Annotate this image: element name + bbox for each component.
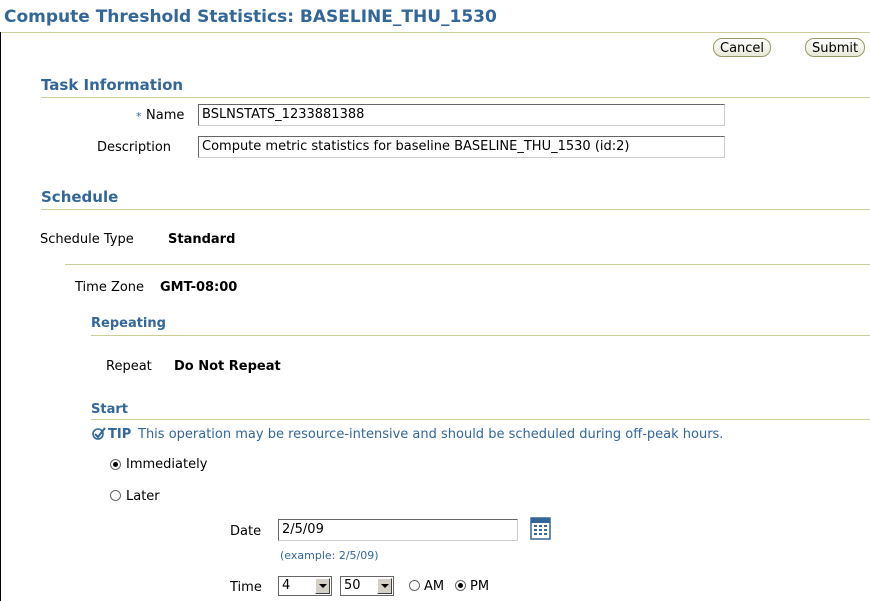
window-edge [0,32,1,601]
repeat-value: Do Not Repeat [174,359,281,374]
title-divider [0,32,870,33]
repeat-label: Repeat [106,359,152,374]
minute-value: 50 [344,578,361,593]
start-divider [91,419,870,420]
name-label: Name [146,108,185,123]
later-label: Later [126,489,160,504]
tip-text: This operation may be resource-intensive… [138,427,724,442]
time-zone-label: Time Zone [75,280,145,295]
am-radio[interactable] [409,580,420,591]
name-field[interactable]: BSLNSTATS_1233881388 [198,104,725,126]
required-indicator: * [136,110,142,123]
schedule-heading: Schedule [41,188,119,206]
cancel-button[interactable]: Cancel [713,38,772,57]
task-information-divider [41,97,870,98]
calendar-icon[interactable] [530,516,551,540]
check-circle-icon [92,426,106,440]
schedule-type-divider [65,264,870,265]
page-title: Compute Threshold Statistics: BASELINE_T… [4,7,497,27]
tip-label: TIP [108,427,132,442]
later-radio[interactable] [110,490,121,501]
task-information-heading: Task Information [41,76,184,94]
description-field[interactable]: Compute metric statistics for baseline B… [198,136,725,158]
date-field[interactable]: 2/5/09 [278,519,518,541]
chevron-down-icon [315,578,330,594]
repeating-heading: Repeating [91,316,166,331]
immediately-radio[interactable] [110,459,121,470]
date-label: Date [230,524,262,539]
immediately-label: Immediately [126,457,208,472]
am-label: AM [424,579,445,594]
start-heading: Start [91,402,128,417]
time-label: Time [230,580,262,595]
date-example: (example: 2/5/09) [280,549,379,562]
time-zone-value: GMT-08:00 [160,280,238,295]
hour-value: 4 [282,578,291,593]
submit-button[interactable]: Submit [805,38,866,57]
chevron-down-icon [377,578,392,594]
schedule-type-label: Schedule Type [40,232,134,247]
schedule-divider [41,209,870,210]
pm-label: PM [470,579,490,594]
description-label: Description [97,140,172,155]
pm-radio[interactable] [455,580,466,591]
schedule-type-value: Standard [168,232,236,247]
minute-select[interactable]: 50 [340,576,394,596]
repeating-divider [91,335,870,336]
hour-select[interactable]: 4 [278,576,332,596]
